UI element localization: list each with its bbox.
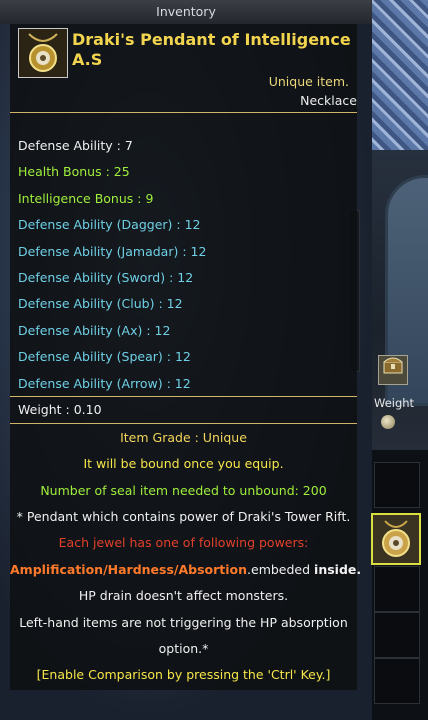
inventory-slot[interactable] [374, 566, 420, 612]
stat-line: Defense Ability (Ax) : 12 [18, 322, 171, 338]
side-weight-label: Weight [374, 396, 415, 410]
stat-line: Intelligence Bonus : 9 [18, 190, 154, 206]
left-hand-note: Left-hand items are not triggering the H… [19, 615, 348, 630]
jewel-powers: Amplification/Hardness/Absortion [10, 562, 248, 577]
stat-line: Defense Ability (Jamadar) : 12 [18, 243, 207, 259]
stat-line: Defense Ability (Spear) : 12 [18, 349, 191, 365]
inventory-title[interactable]: Inventory [0, 0, 372, 24]
item-description: * Pendant which contains power of Draki'… [16, 509, 351, 524]
pendant-icon [382, 520, 410, 557]
stat-line: Health Bonus : 25 [18, 164, 130, 180]
stat-line: Defense Ability (Sword) : 12 [18, 270, 194, 285]
item-slot: Necklace [300, 93, 357, 108]
hp-drain-note: HP drain doesn't affect monsters. [78, 588, 289, 603]
item-name: Draki's Pendant of Intelligence A.S [72, 30, 351, 69]
stat-line: Defense Ability : 7 [18, 138, 133, 153]
left-hand-note-2: option.* [158, 641, 209, 656]
tooltip-header: Draki's Pendant of Intelligence A.S Uniq… [10, 24, 357, 134]
inventory-slot[interactable] [374, 462, 420, 508]
divider [10, 396, 357, 397]
chest-icon-glyph [383, 357, 403, 374]
seal-requirement: Number of seal item needed to unbound: 2… [40, 483, 327, 498]
equipped-pendant-slot[interactable] [371, 513, 421, 565]
scene-mosaic-wall [372, 0, 428, 150]
inventory-slot[interactable] [374, 612, 420, 658]
chest-icon[interactable] [378, 355, 408, 385]
item-tooltip: Draki's Pendant of Intelligence A.S Uniq… [10, 24, 361, 690]
embedded-text: .embeded [247, 562, 315, 577]
inventory-slot[interactable] [374, 658, 420, 704]
stat-line: Defense Ability (Arrow) : 12 [18, 375, 191, 391]
bind-notice: It will be bound once you equip. [83, 456, 284, 471]
pendant-icon-glyph [28, 33, 58, 72]
divider [10, 423, 357, 424]
item-rarity: Unique item. [268, 74, 349, 89]
stat-line: Defense Ability (Club) : 12 [18, 296, 183, 312]
item-grade: Item Grade : Unique [120, 430, 247, 445]
inside-text: inside. [314, 562, 362, 577]
jewel-powers-heading: Each jewel has one of following powers: [58, 535, 309, 550]
weight-value: Weight : 0.10 [18, 402, 102, 417]
pendant-icon [18, 28, 68, 78]
stat-line: Defense Ability (Dagger) : 12 [18, 217, 201, 233]
jewel-powers-line: Amplification/Hardness/Absortion.embeded… [10, 560, 361, 580]
comparison-hint: [Enable Comparison by pressing the 'Ctrl… [36, 667, 331, 682]
weight-icon [381, 415, 395, 429]
divider [10, 112, 357, 113]
